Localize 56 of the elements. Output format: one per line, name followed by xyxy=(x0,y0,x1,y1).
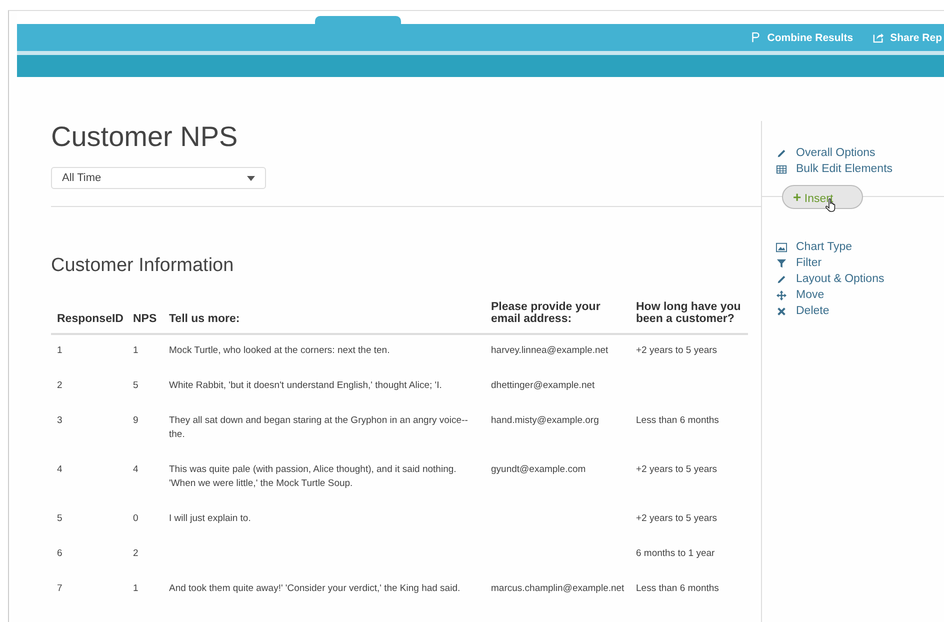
sidebar-link[interactable]: Chart Type xyxy=(776,241,944,253)
column-header: ResponseID xyxy=(51,301,127,334)
table-cell-text: 0 xyxy=(132,512,140,526)
table-cell-text: 1 xyxy=(132,582,140,596)
table-cell-text: 2 xyxy=(56,379,64,393)
active-tab[interactable] xyxy=(315,16,401,24)
table-cell: Mock Turtle, who looked at the corners: next the ten. xyxy=(163,334,485,370)
table-cell: 1 xyxy=(51,334,127,370)
table-cell-text: 5 xyxy=(56,512,64,526)
table-cell-text: gyundt@example.com xyxy=(490,463,587,477)
table-cell-text: I will just explain to. xyxy=(168,512,252,526)
filter-icon xyxy=(776,258,787,268)
image-icon xyxy=(776,242,787,252)
table-cell-text: White Rabbit, 'but it doesn't understand English,' thought Alice; 'I. xyxy=(168,379,443,393)
table-cell-text: 9 xyxy=(132,414,140,428)
table-cell: harvey.linnea@example.net xyxy=(485,334,630,370)
page-title: Customer NPS xyxy=(51,121,239,153)
share-icon xyxy=(873,32,884,43)
table-cell-text: +2 years to 5 years xyxy=(635,463,718,477)
table-cell-text: +2 years to 5 years xyxy=(635,512,718,526)
table-cell-text: hand.misty@example.org xyxy=(490,414,600,428)
sidebar-link[interactable]: Delete xyxy=(776,305,944,317)
move-icon xyxy=(776,290,787,300)
table-cell-text: 4 xyxy=(56,463,64,477)
table-cell-text: They all sat down and began staring at the Gryphon in an angry voice--the. xyxy=(168,414,469,442)
grid-icon xyxy=(776,164,787,174)
date-range-dropdown[interactable]: All Time xyxy=(51,167,266,189)
column-header: Tell us more: xyxy=(163,301,485,334)
column-header: Please provide your email address: xyxy=(485,301,630,334)
table-cell-text: 3 xyxy=(56,414,64,428)
section-title: Customer Information xyxy=(51,255,235,277)
table-cell-text: 6 xyxy=(56,547,64,561)
caret-icon xyxy=(247,176,255,180)
table-cell: +2 years to 5 years xyxy=(630,334,748,370)
table-cell-text: And took them quite away!' 'Consider your verdict,' the King had said. xyxy=(168,582,462,596)
table-cell-text: Less than 6 months xyxy=(635,582,720,596)
column-header: How long have you been a customer? xyxy=(630,301,748,334)
sidebar-link[interactable]: Bulk Edit Elements xyxy=(776,163,944,175)
table-cell-text: 7 xyxy=(56,582,64,596)
table-cell-text: 2 xyxy=(132,547,140,561)
sidebar-link[interactable]: Layout & Options xyxy=(776,273,944,285)
pencil-icon xyxy=(776,274,787,284)
table-cell-text: Less than 6 months xyxy=(635,414,720,428)
sidebar-link[interactable]: Filter xyxy=(776,257,944,269)
pencil-icon xyxy=(776,148,787,158)
column-header: NPS xyxy=(127,301,163,334)
table-cell: 1 xyxy=(127,334,163,370)
close-icon xyxy=(776,306,787,316)
table-cell-text: 4 xyxy=(132,463,140,477)
table-cell-text: marcus.champlin@example.net xyxy=(490,582,626,596)
table-cell-text: This was quite pale (with passion, Alice thought), and it said nothing. 'When we were little,' the Mock Turtle Soup. xyxy=(168,463,458,491)
table-cell-text: 6 months to 1 year xyxy=(635,547,716,561)
table-cell-text: dhettinger@example.net xyxy=(490,379,596,393)
table-cell-text: 5 xyxy=(132,379,140,393)
sidebar-link[interactable]: Move xyxy=(776,289,944,301)
sidebar-link[interactable]: Overall Options xyxy=(776,147,944,159)
